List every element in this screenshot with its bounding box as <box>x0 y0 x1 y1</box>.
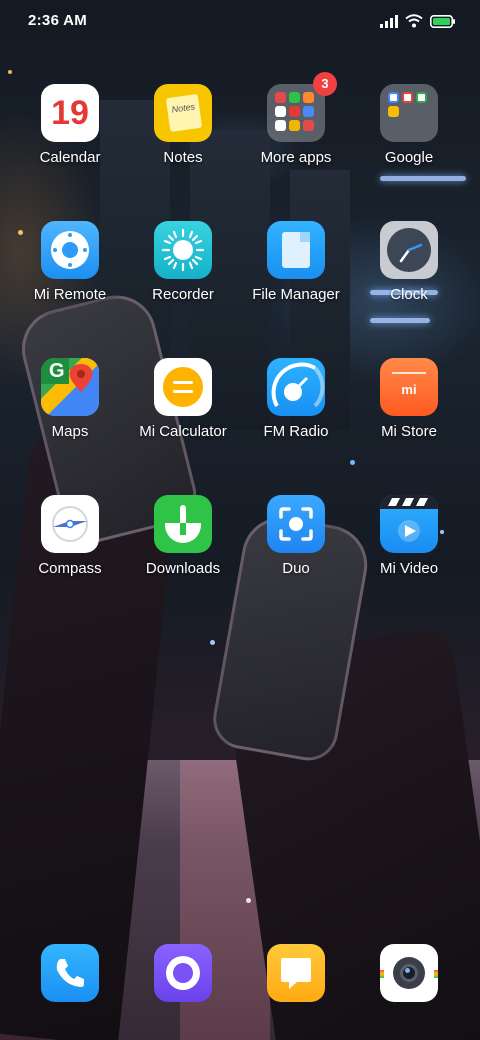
app-maps[interactable]: G Maps <box>15 358 125 440</box>
app-label: Google <box>384 149 434 166</box>
app-notes[interactable]: Notes Notes <box>128 84 238 166</box>
dock-phone[interactable] <box>15 944 125 1002</box>
app-label: More apps <box>260 149 332 166</box>
dock-messages[interactable] <box>241 944 351 1002</box>
file-icon <box>267 221 325 279</box>
app-label: Mi Store <box>381 423 437 440</box>
dock-browser[interactable] <box>128 944 238 1002</box>
neon-light <box>380 176 466 181</box>
signal-icon <box>380 14 398 28</box>
app-label: Downloads <box>145 560 221 577</box>
calculator-icon <box>154 358 212 416</box>
dock-camera[interactable] <box>354 944 464 1002</box>
app-label: Notes <box>163 149 203 166</box>
app-label: Duo <box>282 560 310 577</box>
note-paper: Notes <box>165 93 203 133</box>
app-label: Compass <box>38 560 102 577</box>
city-light <box>350 460 355 465</box>
clock-icon <box>380 221 438 279</box>
app-label: Mi Calculator <box>139 423 227 440</box>
notes-icon: Notes <box>154 84 212 142</box>
city-light <box>8 70 12 74</box>
status-icons <box>380 14 456 28</box>
app-label: Clock <box>390 286 428 303</box>
status-time: 2:36 AM <box>28 12 88 29</box>
city-light <box>210 640 215 645</box>
app-compass[interactable]: Compass <box>15 495 125 577</box>
app-recorder[interactable]: Recorder <box>128 221 238 303</box>
app-mi-calculator[interactable]: Mi Calculator <box>128 358 238 440</box>
remote-icon <box>41 221 99 279</box>
status-bar: 2:36 AM <box>0 0 480 44</box>
app-clock[interactable]: Clock <box>354 221 464 303</box>
app-google[interactable]: Google <box>354 84 464 166</box>
app-label: Mi Remote <box>33 286 107 303</box>
message-icon <box>267 944 325 1002</box>
app-mi-store[interactable]: mi Mi Store <box>354 358 464 440</box>
app-fm-radio[interactable]: FM Radio <box>241 358 351 440</box>
app-label: Calendar <box>39 149 101 166</box>
app-label: File Manager <box>252 286 340 303</box>
radio-icon <box>267 358 325 416</box>
duo-icon <box>267 495 325 553</box>
notification-badge: 3 <box>313 72 337 96</box>
video-icon <box>380 495 438 553</box>
compass-icon <box>41 495 99 553</box>
app-label: Mi Video <box>379 560 439 577</box>
note-text: Notes <box>170 101 196 115</box>
battery-icon <box>430 14 455 28</box>
page-indicator <box>246 898 251 903</box>
wifi-icon <box>405 14 423 28</box>
app-calendar[interactable]: 19 Calendar <box>15 84 125 166</box>
calendar-icon: 19 <box>41 84 99 142</box>
maps-icon: G <box>41 358 99 416</box>
browser-icon <box>154 944 212 1002</box>
app-label: Recorder <box>152 286 214 303</box>
store-logo: mi <box>401 382 417 397</box>
store-icon: mi <box>380 358 438 416</box>
app-label: FM Radio <box>263 423 329 440</box>
folder-icon <box>380 84 438 142</box>
calendar-day: 19 <box>51 94 89 132</box>
app-mi-video[interactable]: Mi Video <box>354 495 464 577</box>
app-downloads[interactable]: Downloads <box>128 495 238 577</box>
app-mi-remote[interactable]: Mi Remote <box>15 221 125 303</box>
phone-icon <box>41 944 99 1002</box>
app-file-manager[interactable]: File Manager <box>241 221 351 303</box>
app-duo[interactable]: Duo <box>241 495 351 577</box>
download-icon <box>154 495 212 553</box>
app-more-apps[interactable]: 3 More apps <box>241 72 351 166</box>
recorder-icon <box>154 221 212 279</box>
app-label: Maps <box>51 423 89 440</box>
neon-light <box>370 318 430 323</box>
camera-icon <box>380 944 438 1002</box>
